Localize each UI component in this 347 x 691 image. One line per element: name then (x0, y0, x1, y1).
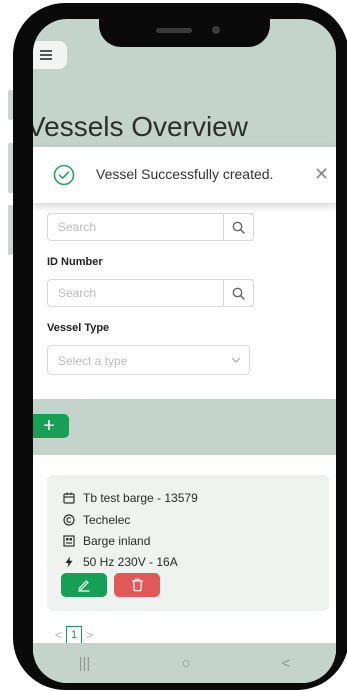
add-vessel-button[interactable]: + (33, 414, 69, 438)
search-icon (232, 287, 245, 300)
pencil-icon (78, 580, 90, 592)
menu-button[interactable] (33, 41, 67, 69)
id-number-label: ID Number (47, 256, 103, 268)
page-title: Vessels Overview (33, 111, 248, 142)
current-page[interactable]: 1 (66, 626, 83, 644)
vessel-category: Barge inland (83, 534, 151, 548)
chevron-down-icon (231, 357, 241, 363)
app-screen: Vessels Overview Vessel Successfully cre… (33, 19, 336, 683)
camera-icon (212, 26, 220, 34)
check-circle-icon (53, 164, 75, 186)
toast-message: Vessel Successfully created. (96, 166, 274, 182)
lightning-icon (63, 556, 75, 568)
success-toast: Vessel Successfully created. ✕ (33, 147, 336, 203)
vessel-type-placeholder: Select a type (58, 354, 128, 368)
vessel-category-row: Barge inland (63, 534, 150, 548)
phone-notch (99, 19, 270, 47)
vessel-power: 50 Hz 230V - 16A (83, 555, 178, 569)
vessel-name-row: Tb test barge - 13579 (63, 491, 198, 505)
pagination: < 1 > (55, 626, 93, 644)
vessel-category-icon (63, 535, 75, 547)
close-icon[interactable]: ✕ (314, 164, 329, 184)
filter-panel: ID Number Vessel Type Select a type (33, 203, 336, 399)
search-icon (232, 221, 245, 234)
system-nav-bar: ||| ○ < (33, 643, 336, 683)
vessel-type-select[interactable]: Select a type (47, 345, 250, 375)
speaker-grille (156, 28, 192, 33)
vessel-card: Tb test barge - 13579 Techelec Barge inl… (47, 475, 329, 611)
search-button[interactable] (223, 213, 254, 241)
back-icon[interactable]: < (282, 655, 291, 672)
prev-page-button[interactable]: < (55, 628, 62, 642)
recent-apps-icon[interactable]: ||| (79, 655, 91, 672)
delete-vessel-button[interactable] (114, 573, 160, 597)
calendar-icon (63, 492, 75, 504)
vessel-company: Techelec (83, 513, 131, 527)
next-page-button[interactable]: > (86, 628, 93, 642)
edit-vessel-button[interactable] (61, 573, 107, 597)
vessel-list: Tb test barge - 13579 Techelec Barge inl… (33, 455, 336, 655)
copyright-icon (63, 514, 75, 526)
vessel-type-label: Vessel Type (47, 322, 110, 334)
id-search-button[interactable] (223, 279, 254, 307)
trash-icon (131, 578, 143, 592)
home-icon[interactable]: ○ (181, 655, 190, 672)
id-number-input[interactable] (48, 280, 248, 306)
vessel-name: Tb test barge - 13579 (83, 491, 198, 505)
vessel-company-row: Techelec (63, 513, 130, 527)
vessel-power-row: 50 Hz 230V - 16A (63, 555, 178, 569)
hamburger-icon (40, 50, 52, 60)
search-input[interactable] (48, 214, 248, 240)
